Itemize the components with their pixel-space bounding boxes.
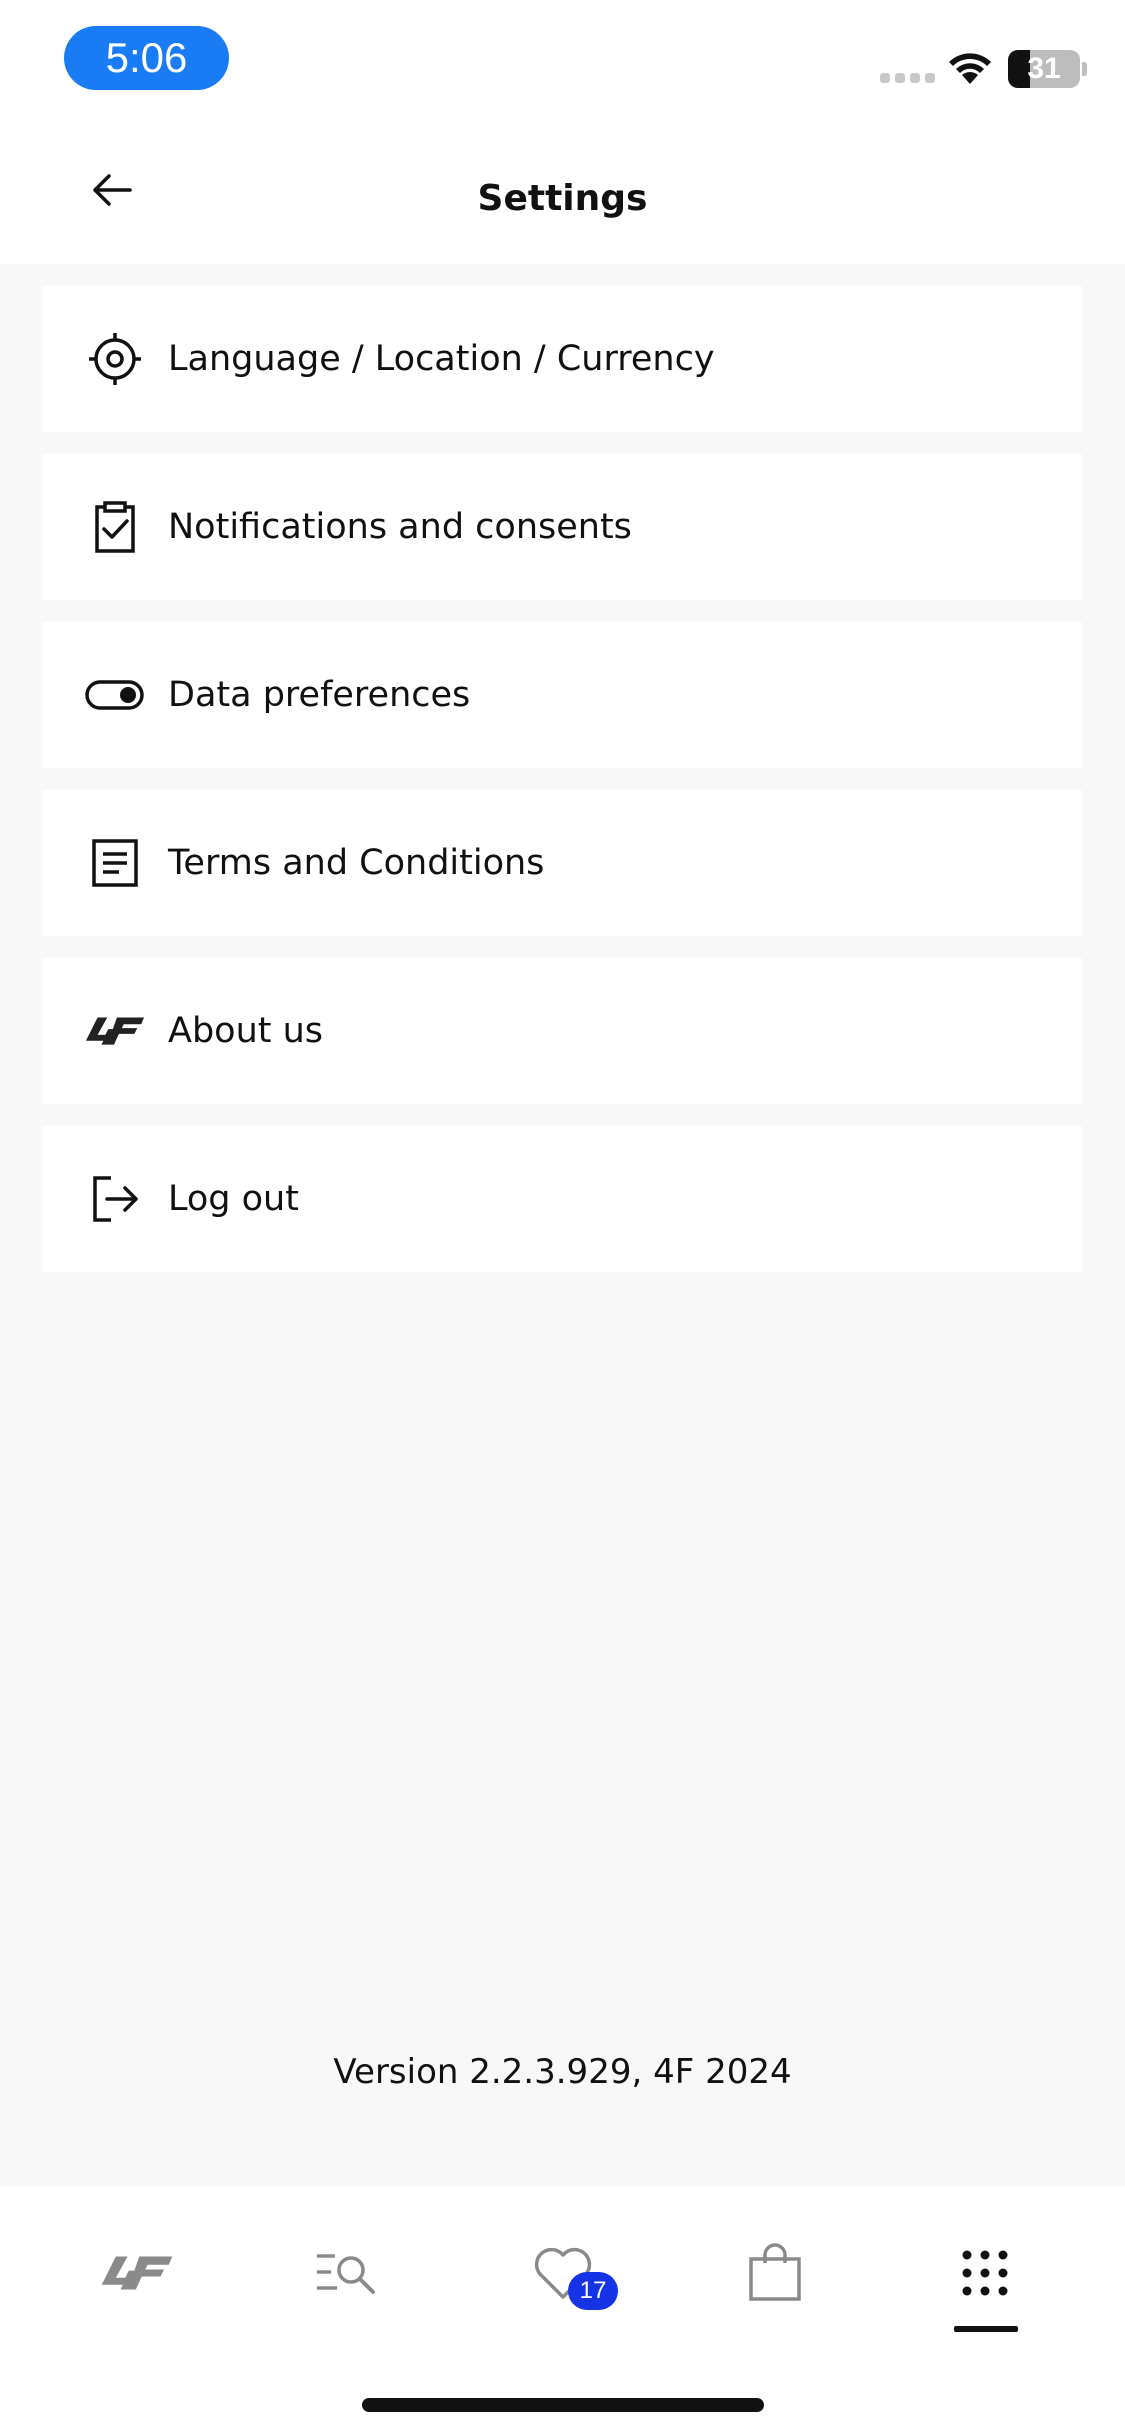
menu-item-data-preferences[interactable]: Data preferences [42,622,1082,768]
page-title: Settings [477,178,648,219]
menu-item-label: Log out [168,1179,299,1219]
menu-item-label: Language / Location / Currency [168,339,715,379]
settings-menu: Language / Location / Currency Notificat… [42,286,1082,1294]
status-bar: 5:06 31 [0,0,1125,132]
version-text: Version 2.2.3.929, 4F 2024 [333,2052,792,2092]
active-tab-indicator [954,2326,1018,2332]
battery-icon: 31 [1008,50,1080,88]
4f-logo-icon [101,2256,173,2290]
menu-item-language[interactable]: Language / Location / Currency [42,286,1082,432]
menu-item-notifications[interactable]: Notifications and consents [42,454,1082,600]
4f-logo-icon [84,1000,146,1062]
search-menu-icon [317,2254,375,2294]
menu-item-label: Terms and Conditions [168,843,545,883]
tab-more[interactable] [940,2228,1030,2318]
home-indicator [362,2398,764,2412]
tab-home[interactable] [92,2228,182,2318]
battery-percent: 31 [1027,52,1061,85]
toggle-icon [84,664,146,726]
grid-dots-icon [962,2250,1008,2296]
target-icon [84,328,146,390]
header: Settings [0,132,1125,264]
wifi-icon [946,48,994,90]
document-icon [84,832,146,894]
menu-item-label: Notifications and consents [168,507,632,547]
cellular-signal-icon [880,73,935,83]
tab-cart[interactable] [730,2228,820,2318]
tab-search[interactable] [302,2228,392,2318]
clipboard-check-icon [84,496,146,558]
menu-item-about[interactable]: About us [42,958,1082,1104]
favorites-count-badge: 17 [568,2272,618,2310]
logout-icon [84,1168,146,1230]
menu-item-logout[interactable]: Log out [42,1126,1082,1272]
shopping-bag-icon [749,2243,801,2301]
battery-nub [1082,62,1087,76]
menu-item-label: About us [168,1011,324,1051]
status-time: 5:06 [64,26,229,90]
menu-item-label: Data preferences [168,675,471,715]
menu-item-terms[interactable]: Terms and Conditions [42,790,1082,936]
tab-favorites[interactable]: 17 [518,2228,618,2318]
